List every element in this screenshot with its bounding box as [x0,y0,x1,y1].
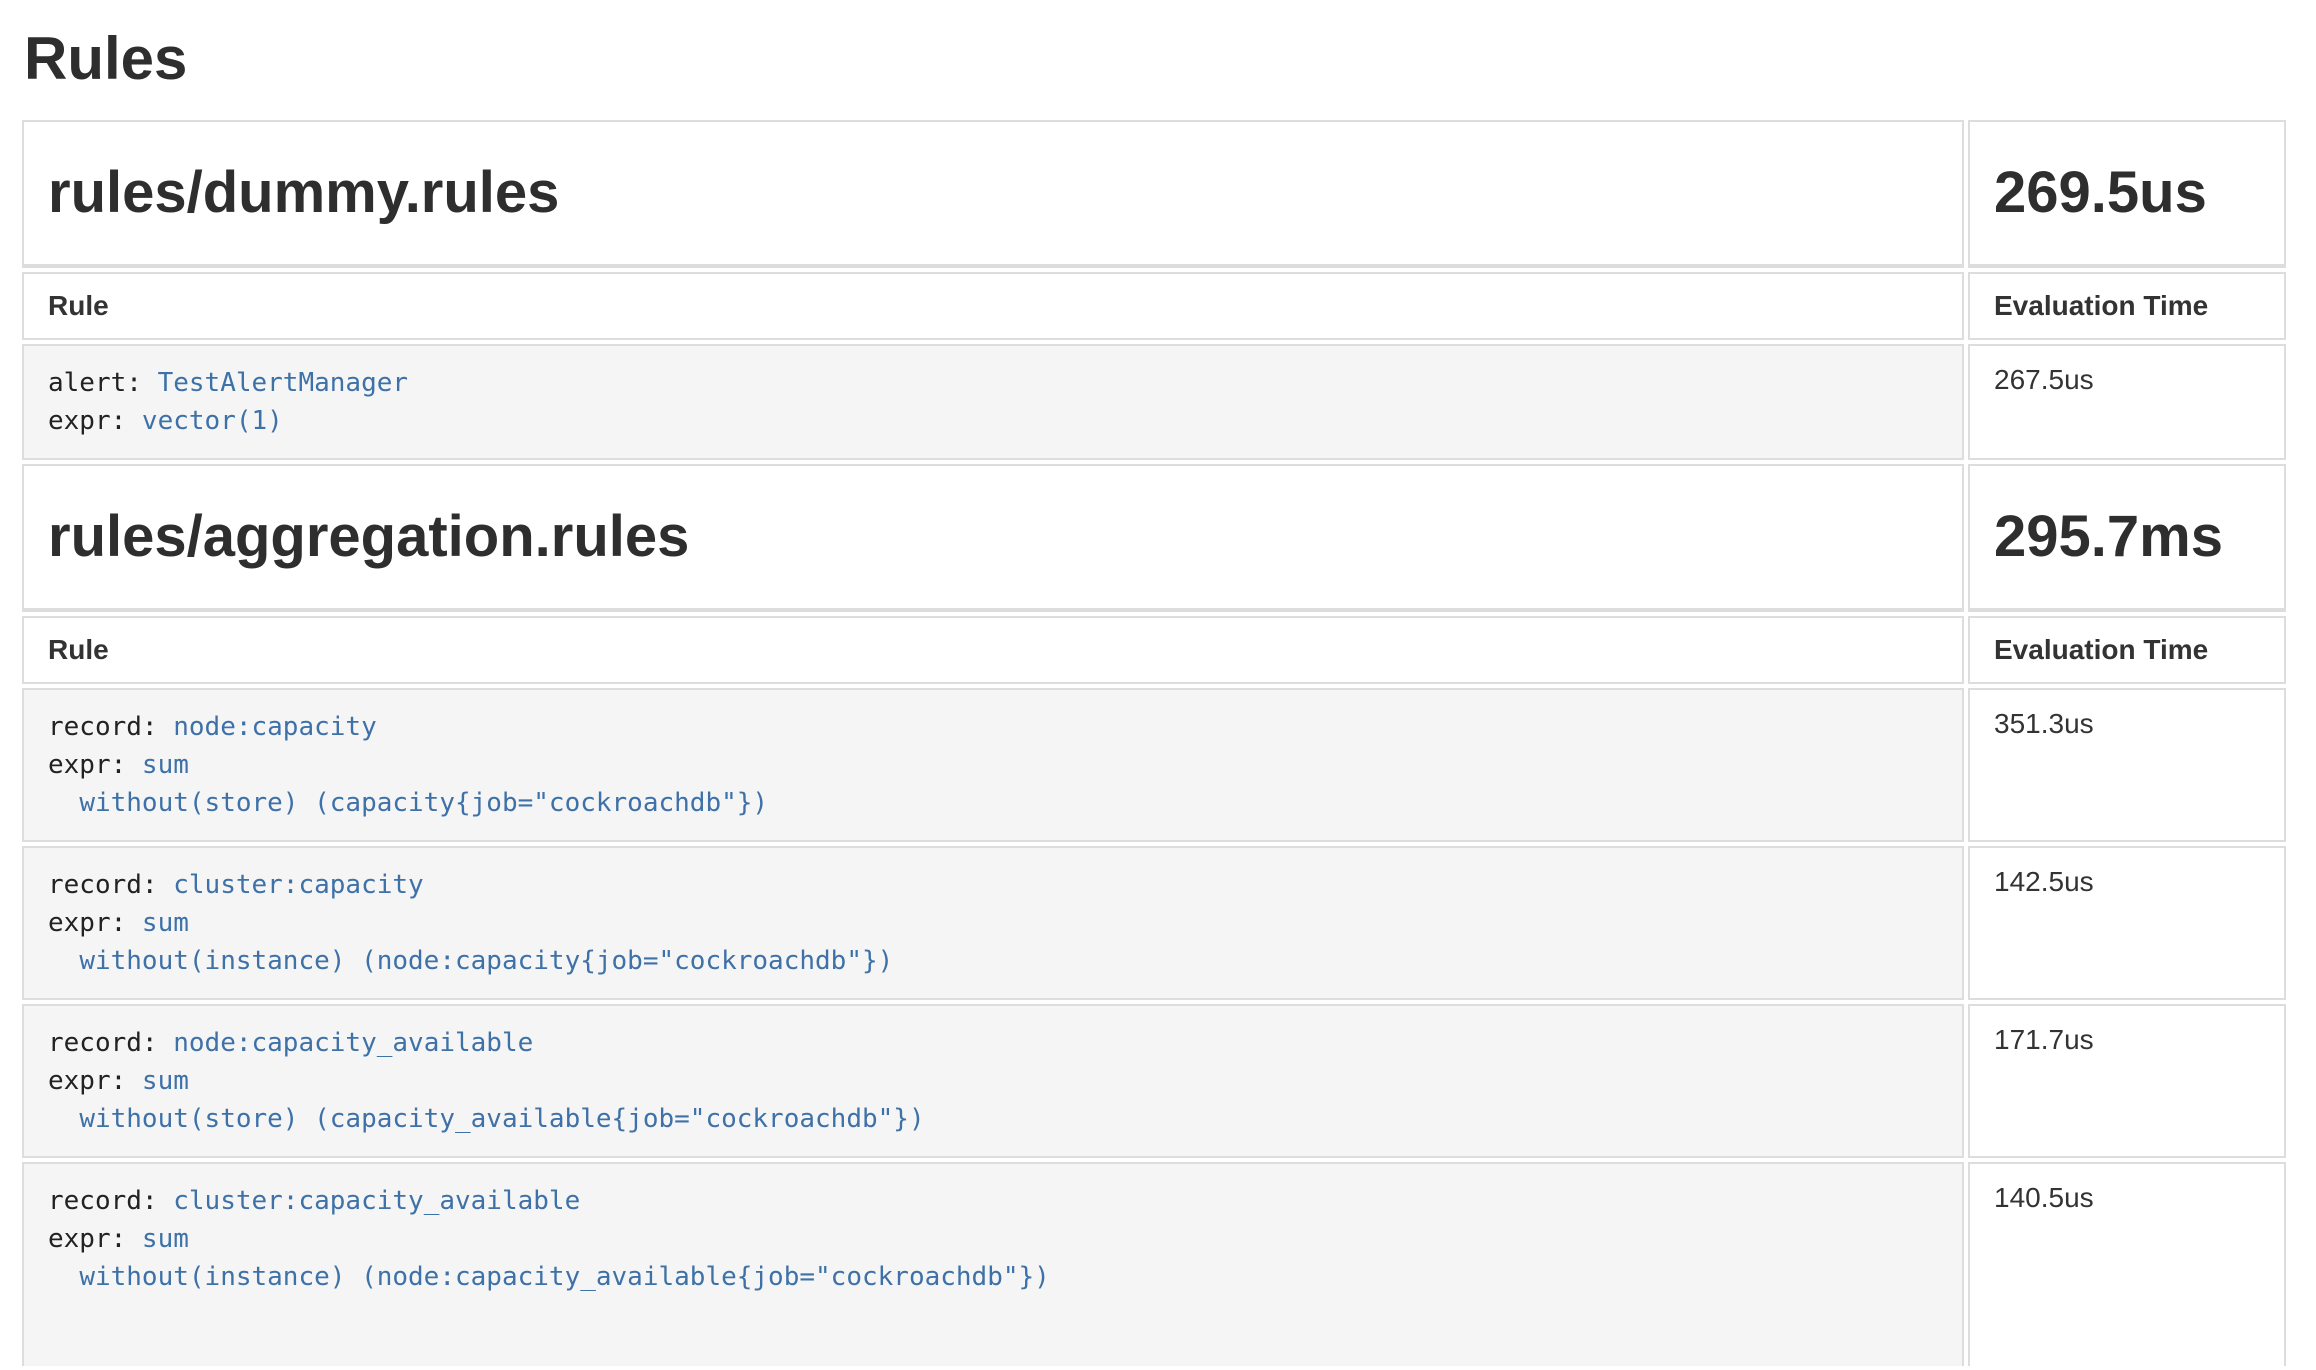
expr-link[interactable]: vector(1) [142,406,283,436]
rule-code: record: node:capacity expr: sum without(… [48,708,1938,822]
code-key: record: [48,1186,173,1216]
code-line: expr: sum [48,1062,1938,1100]
expr-link[interactable]: without(store) (capacity_available{job="… [79,1104,924,1134]
code-key: record: [48,712,173,742]
code-key: record: [48,870,173,900]
rules-page: Rules rules/dummy.rules 269.5us Rule Eva… [0,28,2316,1370]
rule-group-header-row: rules/dummy.rules 269.5us [22,120,2286,268]
record-name-link[interactable]: cluster:capacity [173,870,423,900]
expr-link[interactable]: sum [142,750,189,780]
rule-cell: record: cluster:capacity_available expr:… [22,1162,1964,1366]
rule-eval-time: 267.5us [1968,344,2286,460]
code-line: without(store) (capacity{job="cockroachd… [48,784,1938,822]
expr-link[interactable]: sum [142,908,189,938]
rule-group-file: rules/dummy.rules [22,120,1964,268]
code-line: expr: sum [48,1220,1938,1258]
expr-link[interactable]: without(instance) (node:capacity_availab… [79,1262,1050,1292]
code-key: expr: [48,908,142,938]
record-name-link[interactable]: node:capacity [173,712,377,742]
code-line: record: cluster:capacity_available [48,1182,1938,1220]
rule-code: alert: TestAlertManager expr: vector(1) [48,364,1938,440]
record-name-link[interactable]: cluster:capacity_available [173,1186,580,1216]
alert-name-link[interactable]: TestAlertManager [158,368,408,398]
code-indent [48,946,79,976]
code-line: without(store) (capacity_available{job="… [48,1100,1938,1138]
code-key: alert: [48,368,158,398]
rule-group-total-eval-time: 295.7ms [1968,464,2286,612]
rule-eval-time: 351.3us [1968,688,2286,842]
record-name-link[interactable]: node:capacity_available [173,1028,533,1058]
rule-row: record: node:capacity expr: sum without(… [22,688,2286,842]
rule-cell: alert: TestAlertManager expr: vector(1) [22,344,1964,460]
code-line: expr: sum [48,746,1938,784]
code-line: alert: TestAlertManager [48,364,1938,402]
code-indent [48,1104,79,1134]
code-line: record: node:capacity [48,708,1938,746]
column-header-row: Rule Evaluation Time [22,272,2286,340]
rule-code: record: node:capacity_available expr: su… [48,1024,1938,1138]
rule-group-header-row: rules/aggregation.rules 295.7ms [22,464,2286,612]
rule-row: alert: TestAlertManager expr: vector(1) … [22,344,2286,460]
rule-code: record: cluster:capacity expr: sum witho… [48,866,1938,980]
code-key: record: [48,1028,173,1058]
rule-row: record: cluster:capacity expr: sum witho… [22,846,2286,1000]
code-line: record: cluster:capacity [48,866,1938,904]
rule-code: record: cluster:capacity_available expr:… [48,1182,1938,1296]
code-line: expr: sum [48,904,1938,942]
rule-cell: record: node:capacity_available expr: su… [22,1004,1964,1158]
code-line: without(instance) (node:capacity{job="co… [48,942,1938,980]
expr-link[interactable]: without(instance) (node:capacity{job="co… [79,946,893,976]
rule-group-file: rules/aggregation.rules [22,464,1964,612]
column-header-row: Rule Evaluation Time [22,616,2286,684]
code-key: expr: [48,1066,142,1096]
code-line: record: node:capacity_available [48,1024,1938,1062]
rule-eval-time: 142.5us [1968,846,2286,1000]
rule-group-total-eval-time: 269.5us [1968,120,2286,268]
code-indent [48,1262,79,1292]
rule-eval-time: 171.7us [1968,1004,2286,1158]
expr-link[interactable]: without(store) (capacity{job="cockroachd… [79,788,768,818]
rule-cell: record: cluster:capacity expr: sum witho… [22,846,1964,1000]
expr-link[interactable]: sum [142,1224,189,1254]
rule-column-header: Rule [22,616,1964,684]
evaluation-time-column-header: Evaluation Time [1968,272,2286,340]
expr-link[interactable]: sum [142,1066,189,1096]
code-line: without(instance) (node:capacity_availab… [48,1258,1938,1296]
code-key: expr: [48,750,142,780]
code-key: expr: [48,1224,142,1254]
rules-table: rules/dummy.rules 269.5us Rule Evaluatio… [18,116,2290,1370]
rule-eval-time: 140.5us [1968,1162,2286,1366]
rule-column-header: Rule [22,272,1964,340]
code-key: expr: [48,406,142,436]
rule-row: record: cluster:capacity_available expr:… [22,1162,2286,1366]
rule-row: record: node:capacity_available expr: su… [22,1004,2286,1158]
evaluation-time-column-header: Evaluation Time [1968,616,2286,684]
code-indent [48,788,79,818]
rule-cell: record: node:capacity expr: sum without(… [22,688,1964,842]
page-title: Rules [24,28,2294,90]
code-line: expr: vector(1) [48,402,1938,440]
